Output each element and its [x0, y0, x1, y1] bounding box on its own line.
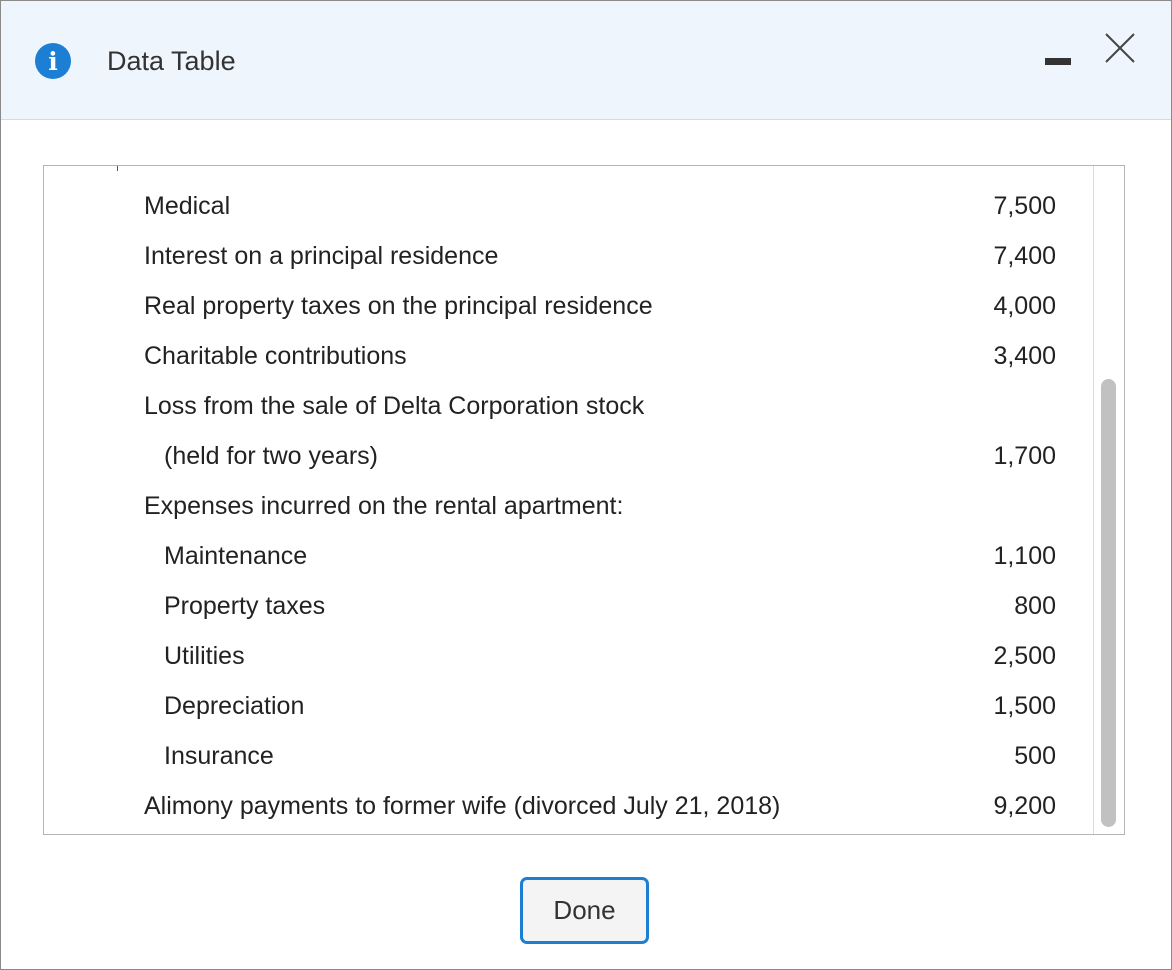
row-value: 500 — [1014, 742, 1056, 770]
table-row: Medical 7,500 — [44, 181, 1094, 231]
row-label: Real property taxes on the principal res… — [144, 292, 653, 320]
minimize-icon — [1045, 58, 1071, 65]
minimize-button[interactable] — [1041, 47, 1077, 77]
info-icon: i — [35, 43, 71, 79]
scrollbar-thumb[interactable] — [1101, 379, 1116, 827]
table-row: Property taxes 800 — [44, 581, 1094, 631]
svg-text:i: i — [48, 47, 58, 76]
row-label: (held for two years) — [164, 442, 378, 470]
table-row: Alimony payments to former wife (divorce… — [44, 781, 1094, 831]
table-row: Charitable contributions 3,400 — [44, 331, 1094, 381]
data-table-dialog: i Data Table Medical 7,500 Interest on a p… — [0, 0, 1172, 970]
row-label: Property taxes — [164, 592, 326, 620]
table-row: Depreciation 1,500 — [44, 681, 1094, 731]
row-value: 1,700 — [993, 442, 1056, 470]
close-icon[interactable] — [1101, 29, 1139, 67]
table-row: (held for two years) 1,700 — [44, 431, 1094, 481]
row-label: Charitable contributions — [144, 342, 407, 370]
table-row: Expenses incurred on the rental apartmen… — [44, 481, 1094, 531]
row-value: 800 — [1014, 592, 1056, 620]
data-table: Medical 7,500 Interest on a principal resi… — [43, 165, 1125, 835]
row-label: Maintenance — [164, 542, 308, 570]
row-label: Alimony payments to former wife (divorce… — [144, 792, 781, 820]
scroll-cutoff-mark — [117, 166, 118, 171]
row-value: 1,100 — [993, 542, 1056, 570]
row-label: Utilities — [164, 642, 245, 670]
row-value: 7,400 — [993, 242, 1056, 270]
dialog-header: i Data Table — [1, 1, 1171, 120]
table-row: Maintenance 1,100 — [44, 531, 1094, 581]
row-label: Depreciation — [164, 692, 305, 720]
table-row: Utilities 2,500 — [44, 631, 1094, 681]
table-row: Insurance 500 — [44, 731, 1094, 781]
row-label: Interest on a principal residence — [144, 242, 499, 270]
dialog-title: Data Table — [107, 46, 236, 76]
row-value: 9,200 — [993, 792, 1056, 820]
row-value: 4,000 — [993, 292, 1056, 320]
row-value: 3,400 — [993, 342, 1056, 370]
row-value: 7,500 — [993, 192, 1056, 220]
row-value: 2,500 — [993, 642, 1056, 670]
table-row: Loss from the sale of Delta Corporation … — [44, 381, 1094, 431]
row-label: Expenses incurred on the rental apartmen… — [144, 492, 624, 520]
done-button[interactable]: Done — [520, 877, 649, 944]
row-label: Medical — [144, 192, 231, 220]
vertical-scrollbar[interactable] — [1093, 166, 1124, 834]
row-value: 1,500 — [993, 692, 1056, 720]
table-row: Real property taxes on the principal res… — [44, 281, 1094, 331]
row-label: Loss from the sale of Delta Corporation … — [144, 392, 645, 420]
table-row: Interest on a principal residence 7,400 — [44, 231, 1094, 281]
row-label: Insurance — [164, 742, 274, 770]
